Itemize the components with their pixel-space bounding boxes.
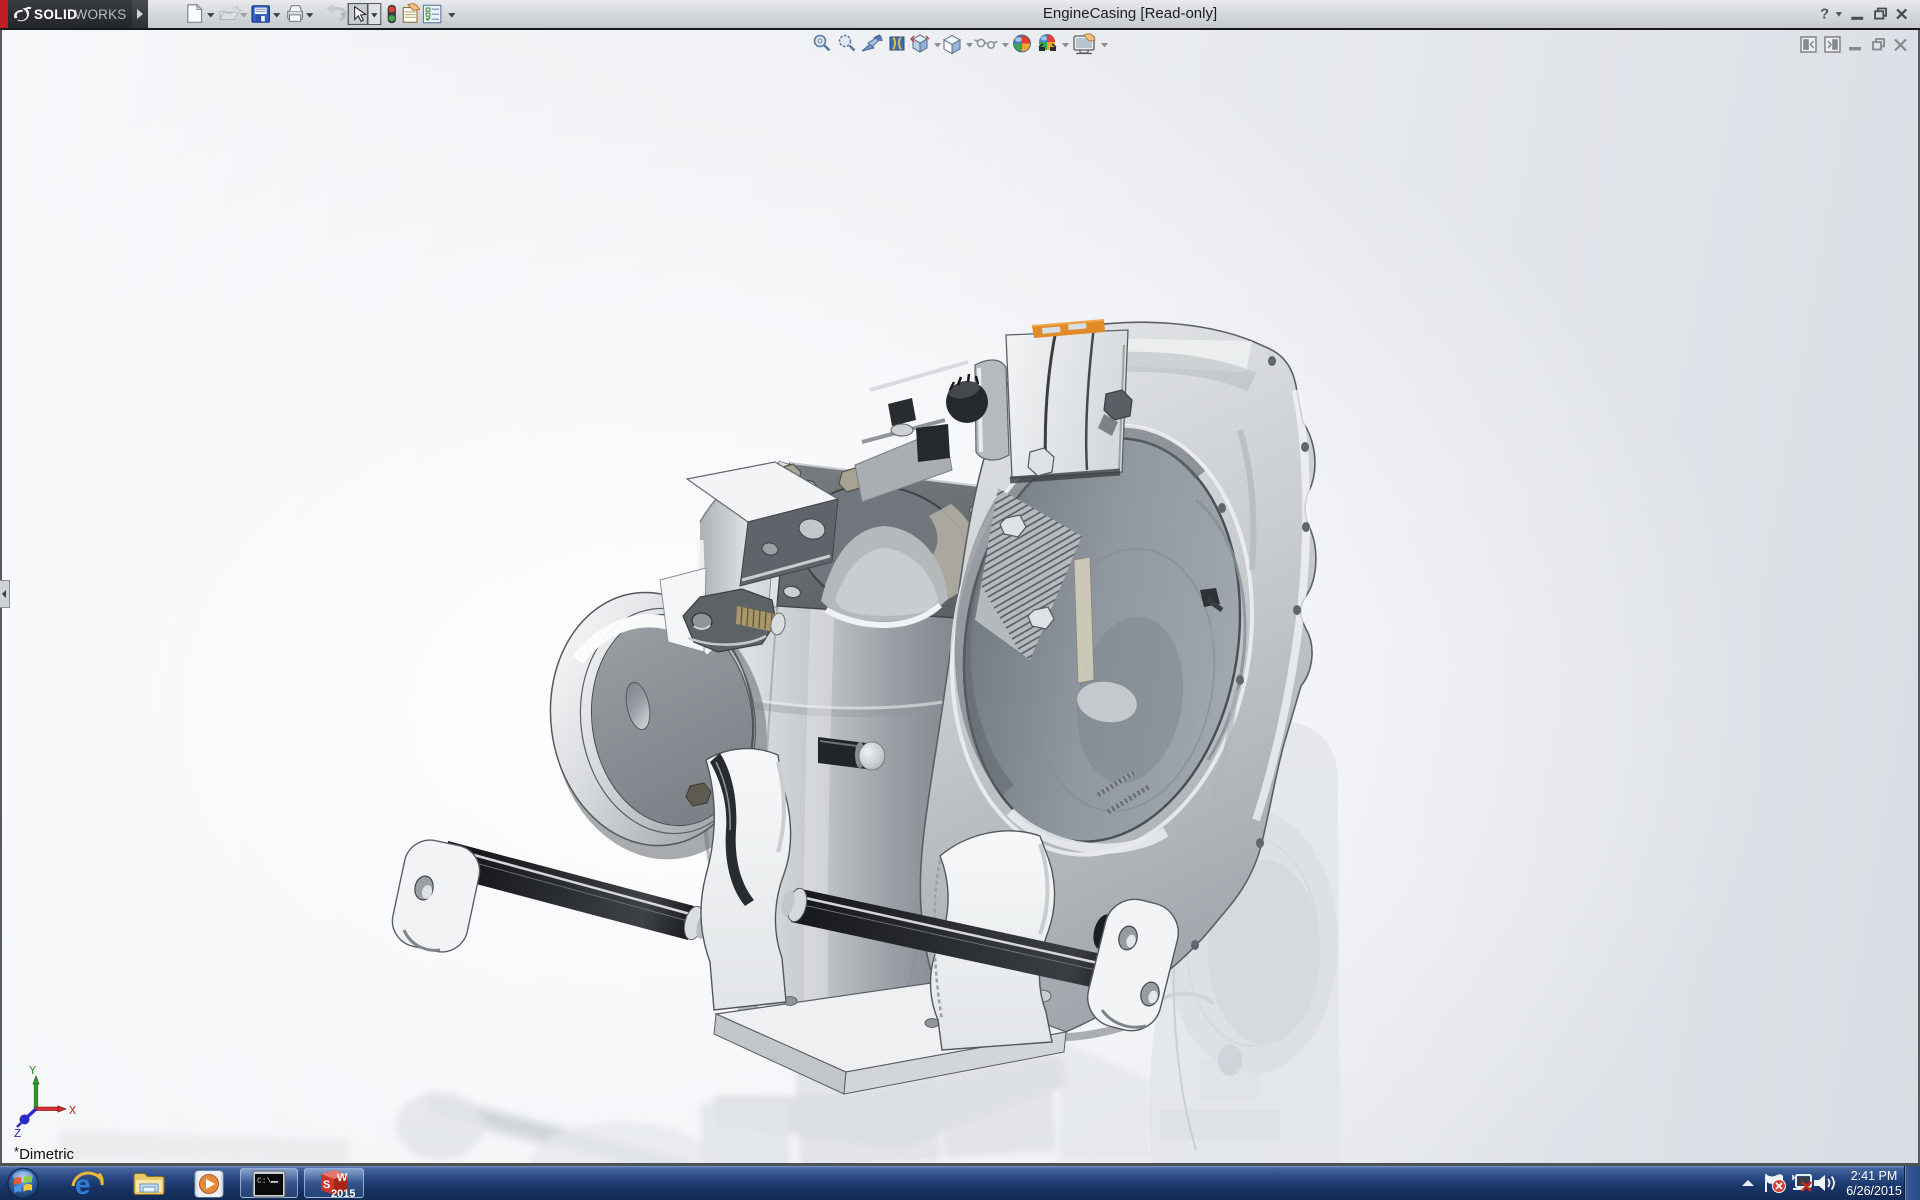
svg-text:Z: Z — [14, 1127, 21, 1141]
svg-text:W: W — [337, 1171, 348, 1184]
svg-text:2015: 2015 — [331, 1188, 355, 1199]
svg-text:C:\: C:\ — [257, 1177, 272, 1186]
svg-text:X: X — [69, 1104, 76, 1118]
svg-text:S: S — [323, 1179, 330, 1191]
svg-text:WORKS: WORKS — [75, 7, 127, 22]
svg-text:Y: Y — [29, 1064, 36, 1078]
svg-text:SOLID: SOLID — [34, 7, 77, 22]
svg-text:?: ? — [1820, 7, 1829, 23]
